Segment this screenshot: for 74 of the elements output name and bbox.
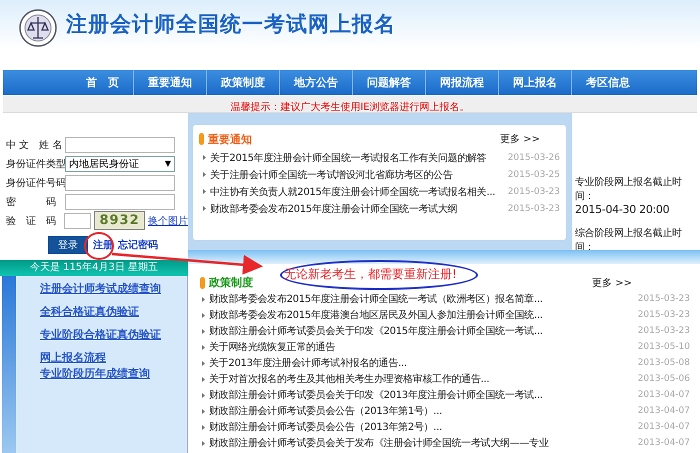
- news-link[interactable]: 中注协有关负责人就2015年度注册会计师全国统一考试报名相关...: [210, 184, 504, 198]
- news-date: 2015-03-25: [508, 170, 560, 180]
- news-date: 2013-05-08: [638, 358, 690, 368]
- news-link[interactable]: 关于2015年度注册会计师全国统一考试报名工作有关问题的解答: [210, 150, 504, 164]
- news-link[interactable]: 财政部注册会计师考试委员会关于印发《2015年度注册会计师全国统一考试...: [209, 324, 634, 338]
- news-date: 2015-03-23: [638, 326, 690, 336]
- news-link[interactable]: 财政部注册会计师考试委员会关于印发《2013年度注册会计师全国统一考试...: [209, 388, 634, 402]
- news-date: 2015-03-23: [638, 294, 690, 304]
- news-date: 2013-05-10: [638, 342, 690, 352]
- news-date: 2013-04-07: [638, 438, 690, 448]
- captcha-image: 8932: [94, 211, 145, 230]
- bullet-icon: [202, 344, 205, 350]
- field-label: 密 码: [6, 196, 57, 208]
- bullet-icon: [202, 312, 205, 318]
- captcha-input-field[interactable]: [64, 212, 92, 228]
- news-link[interactable]: 财政部考委会发布2015年度注册会计师全国统一考试（欧洲考区）报名简章...: [209, 292, 634, 306]
- quick-link[interactable]: 注册会计师考试成绩查询: [40, 281, 161, 296]
- link[interactable]: 忘记密码: [118, 238, 158, 252]
- news-link[interactable]: 关于对首次报名的考生及其他相关考生办理资格审核工作的通告...: [209, 372, 634, 386]
- quick-link[interactable]: 全科合格证真伪验证: [40, 304, 139, 319]
- notice-text: 温馨提示：建议广大考生使用IE浏览器进行网上报名。: [230, 102, 470, 113]
- title-marker-icon: [200, 276, 205, 288]
- news-date: 2013-04-07: [638, 406, 690, 416]
- id-type-dropdown[interactable]: 内地居民身份证 ▼: [65, 156, 175, 172]
- news-date: 2013-05-06: [638, 374, 690, 384]
- news-date: 2013-04-07: [638, 422, 690, 432]
- news-link[interactable]: 财政部注册会计师考试委员会公告（2013年第1号）...: [209, 404, 634, 418]
- news-date: 2013-04-07: [638, 390, 690, 400]
- deadline-label: 专业阶段网上报名截止时间：: [575, 176, 683, 203]
- site-title: 注册会计师全国统一考试网上报名: [66, 10, 396, 38]
- bullet-icon: [202, 328, 205, 334]
- emblem-logo-icon: [18, 8, 58, 48]
- link[interactable]: 注册: [93, 238, 113, 252]
- more-link[interactable]: 更多 >>: [592, 276, 632, 290]
- bullet-icon: [202, 376, 205, 382]
- quick-link[interactable]: 专业阶段历年成绩查询: [40, 366, 150, 381]
- news-link[interactable]: 关于2013年度注册会计师考试补报名的通告...: [209, 356, 634, 370]
- title-marker-icon: [199, 133, 204, 145]
- more-link[interactable]: 更多 >>: [500, 132, 540, 146]
- bullet-icon: [203, 189, 206, 194]
- input-field[interactable]: [65, 136, 175, 152]
- bullet-icon: [202, 408, 205, 414]
- bullet-icon: [203, 206, 206, 211]
- deadline-value: 2015-04-30 20:00: [575, 203, 670, 216]
- bullet-icon: [203, 155, 206, 160]
- news-link[interactable]: 财政部考委会发布2015年度港澳台地区居民及外国人参加注册会计师全国统...: [209, 308, 634, 322]
- login-button[interactable]: 登录: [48, 236, 88, 254]
- field-label: 验 证 码: [6, 214, 57, 228]
- news-date: 2015-03-26: [508, 152, 560, 162]
- change-image-link[interactable]: 换个图片: [148, 214, 188, 228]
- bullet-icon: [202, 440, 205, 446]
- field-label: 中 文 姓 名: [6, 138, 62, 152]
- news-link[interactable]: 关于注册会计师全国统一考试增设河北省廊坊考区的公告: [210, 168, 504, 182]
- bullet-icon: [202, 392, 205, 398]
- news-date: 2015-03-23: [638, 310, 690, 320]
- bullet-icon: [202, 360, 205, 366]
- section-title: 政策制度: [209, 275, 253, 290]
- news-link[interactable]: 财政部注册会计师考试委员会关于发布《注册会计师全国统一考试大纲——专业: [209, 436, 634, 450]
- news-link[interactable]: 关于网络光缆恢复正常的通告: [209, 340, 634, 354]
- bullet-icon: [202, 296, 205, 302]
- news-date: 2015-03-23: [508, 186, 560, 196]
- input-field[interactable]: [65, 174, 175, 190]
- quick-link[interactable]: 专业阶段合格证真伪验证: [40, 327, 161, 342]
- annotation-text: 无论新老考生，都需要重新注册!: [284, 266, 457, 283]
- quick-link[interactable]: 网上报名流程: [40, 350, 106, 365]
- date-text: 今天是 115年4月3日 星期五: [30, 262, 158, 273]
- news-link[interactable]: 财政部注册会计师考试委员会公告（2013年第2号）...: [209, 420, 634, 434]
- section-title: 重要通知: [208, 132, 252, 146]
- bullet-icon: [202, 424, 205, 430]
- password-field[interactable]: [65, 194, 175, 210]
- nav-link[interactable]: 首 页: [72, 70, 133, 95]
- news-date: 2015-03-23: [508, 204, 560, 214]
- news-link[interactable]: 财政部考委会发布2015年度注册会计师全国统一考试大纲: [210, 202, 504, 216]
- bullet-icon: [203, 172, 206, 177]
